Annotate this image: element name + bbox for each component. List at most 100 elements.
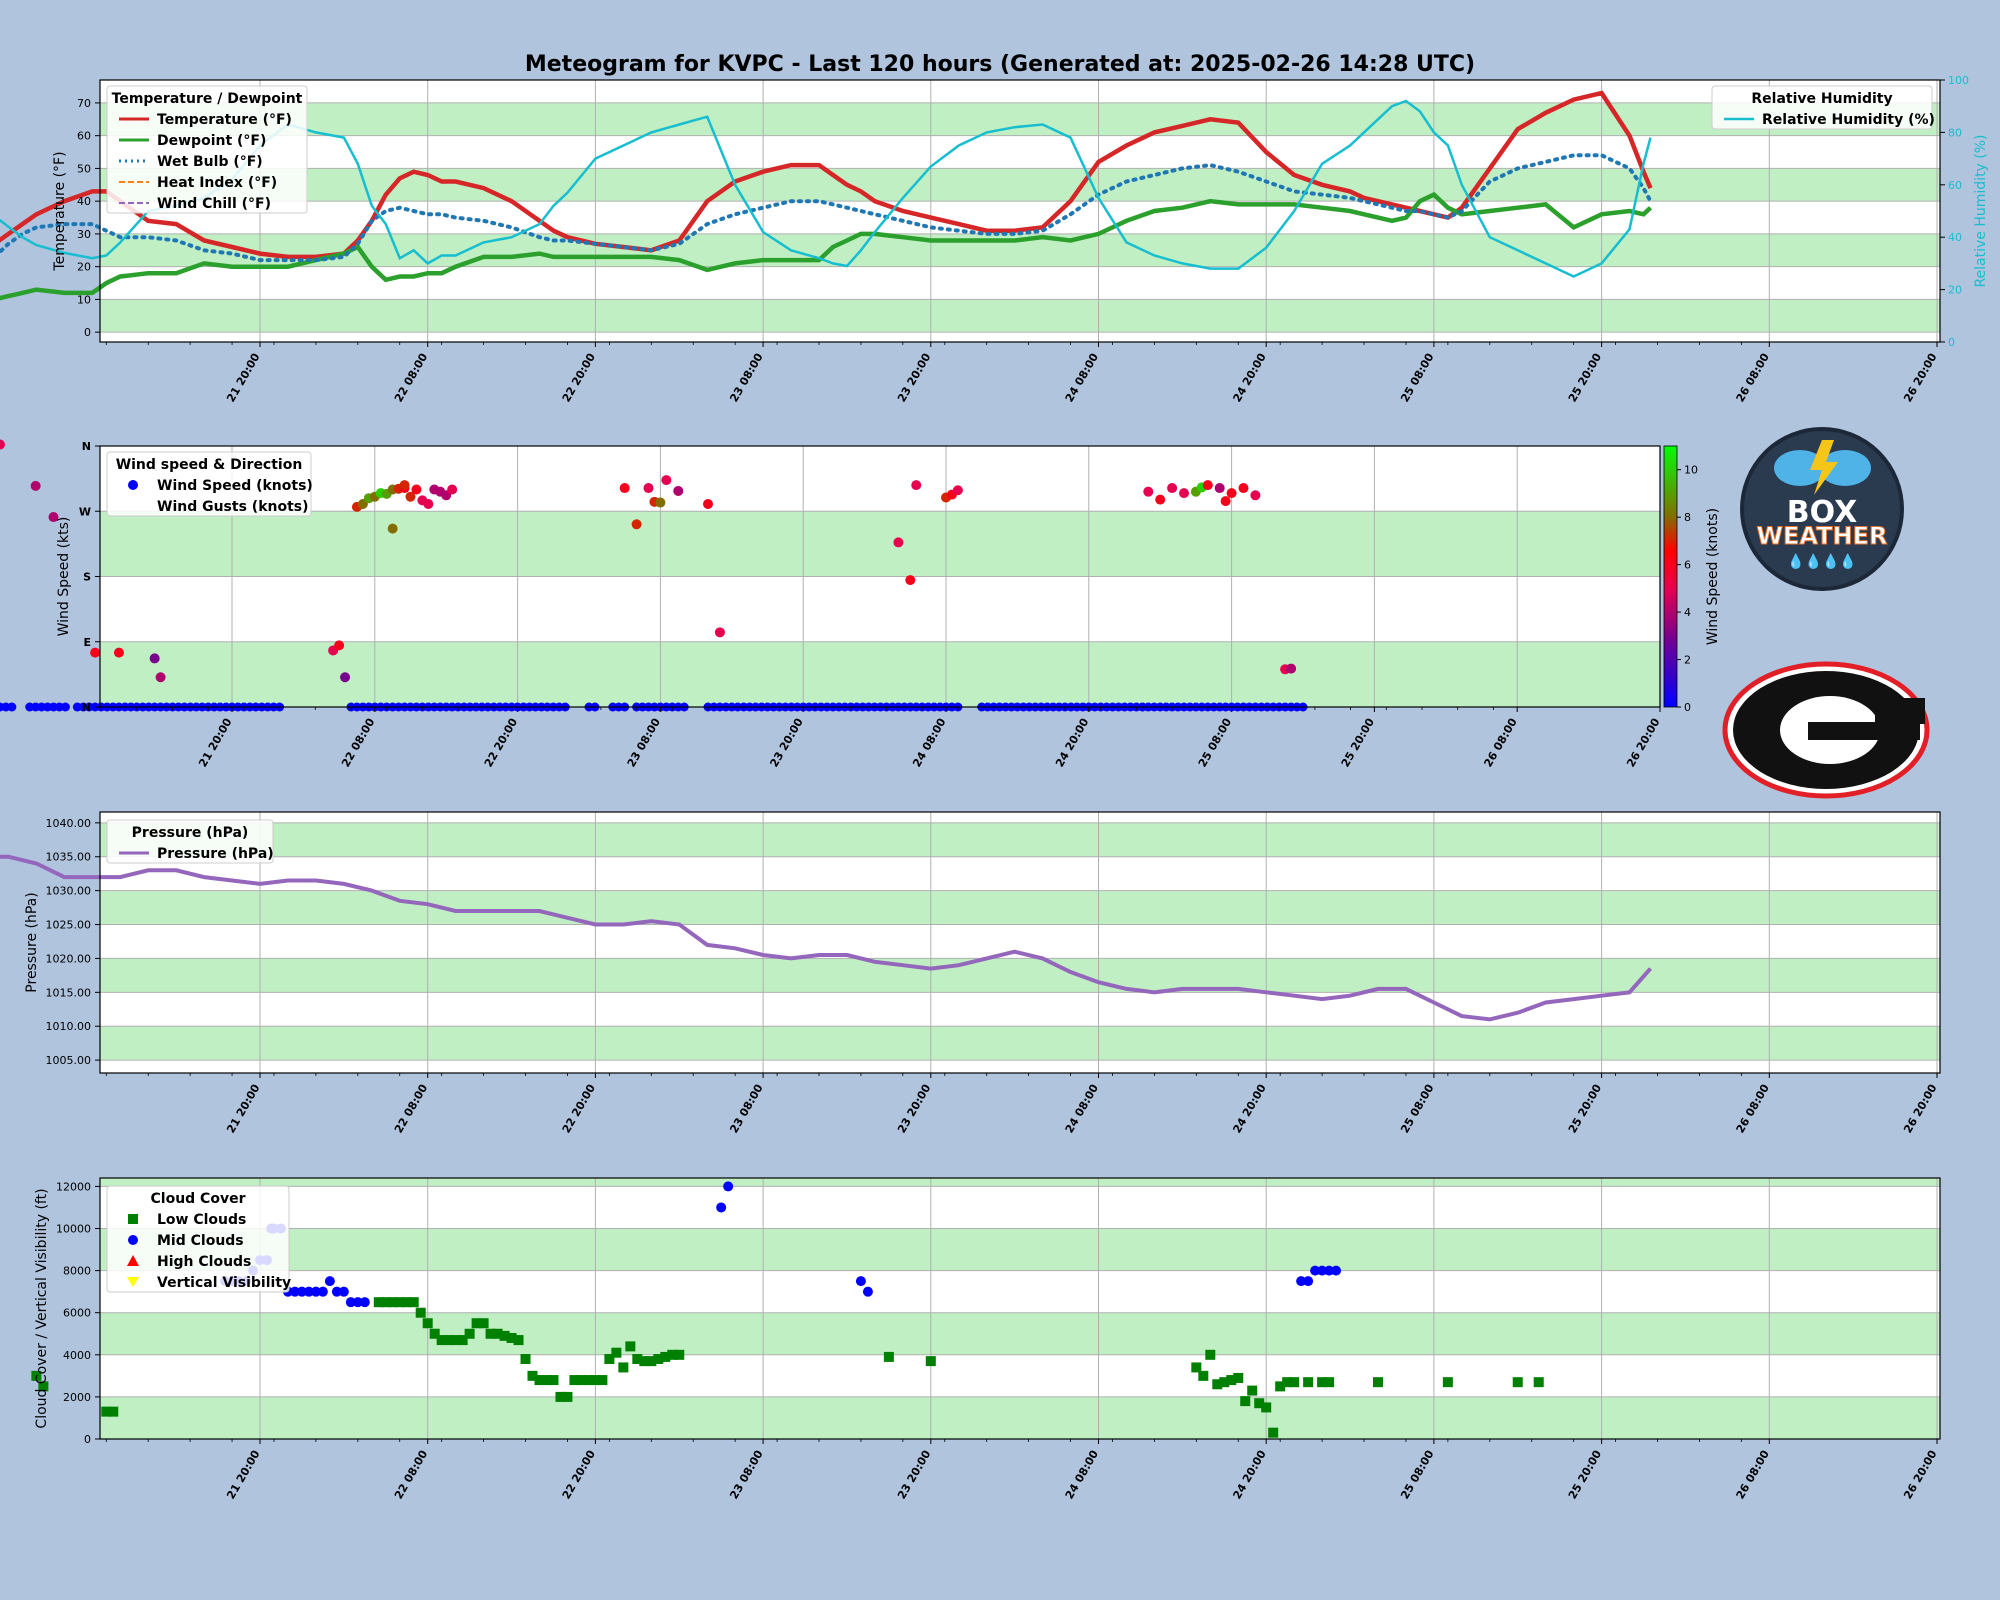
- mid-cloud-point: [723, 1181, 734, 1192]
- low-cloud-point: [1198, 1370, 1209, 1381]
- y-axis-label: Cloud Cover / Vertical Visibility (ft): [34, 1188, 50, 1428]
- y-tick-label: 10000: [56, 1223, 91, 1236]
- y2-tick-label: 20: [1948, 284, 1962, 297]
- shaded-band: [100, 1178, 1940, 1187]
- wind-point: [1155, 494, 1166, 505]
- y-tick-label: 0: [84, 1433, 91, 1446]
- y-tick-label: N: [82, 701, 91, 714]
- mid-cloud-point: [716, 1202, 727, 1213]
- wind-point: [952, 485, 963, 496]
- y2-tick-label: 100: [1948, 74, 1969, 87]
- temp-legend-label: Dewpoint (°F): [157, 133, 266, 149]
- wind-point: [1238, 483, 1249, 494]
- y-tick-label: S: [83, 571, 91, 584]
- y-tick-label: 1010.00: [46, 1020, 92, 1033]
- temp-legend-title: Temperature / Dewpoint: [112, 91, 303, 107]
- georgia-g-logo-bar: [1808, 722, 1920, 740]
- y-axis-label: Wind Speed (knots): [1705, 508, 1721, 645]
- pressure-legend-label: Pressure (hPa): [157, 846, 274, 862]
- wind-point: [1250, 490, 1261, 501]
- low-cloud-point: [1268, 1427, 1279, 1438]
- temp-legend-label: Wind Chill (°F): [157, 196, 271, 212]
- cloud-legend-label: High Clouds: [157, 1254, 251, 1270]
- wind-point: [661, 475, 672, 486]
- cloud-legend-label: Low Clouds: [157, 1212, 246, 1228]
- temp-legend-label: Temperature (°F): [157, 112, 292, 128]
- low-cloud-point: [597, 1375, 608, 1386]
- y-tick-label: 20: [77, 261, 91, 274]
- y2-tick-label: 40: [1948, 231, 1962, 244]
- mid-cloud-point: [338, 1286, 349, 1297]
- cloud-legend-label: Vertical Visibility: [157, 1275, 291, 1291]
- wind-point: [113, 647, 124, 658]
- low-cloud-point: [422, 1318, 433, 1329]
- wind-point: [1143, 486, 1154, 497]
- y-tick-label: 4000: [63, 1349, 91, 1362]
- rh-legend-title: Relative Humidity: [1751, 91, 1892, 107]
- wind-point: [149, 653, 160, 664]
- shaded-band: [100, 822, 1940, 857]
- cloud-legend-swatch: [128, 1214, 138, 1224]
- wind-point: [619, 483, 630, 494]
- y2-tick-label: 0: [1948, 336, 1955, 349]
- wind-point: [643, 483, 654, 494]
- wind-point: [1179, 488, 1189, 499]
- y-tick-label: N: [82, 440, 91, 453]
- georgia-g-logo-notch: [1875, 698, 1925, 724]
- y-axis-label: Wind Speed (kts): [56, 517, 72, 637]
- box-weather-logo-line2: WEATHER: [1757, 522, 1888, 550]
- wind-point: [911, 480, 922, 491]
- low-cloud-point: [1373, 1377, 1383, 1388]
- low-cloud-point: [1205, 1349, 1216, 1360]
- y-tick-label: 70: [77, 97, 91, 110]
- wind-point: [655, 497, 666, 508]
- wind-legend-swatch: [128, 501, 138, 511]
- colorbar-tick-label: 2: [1684, 654, 1691, 667]
- y2-tick-label: 60: [1948, 179, 1962, 192]
- low-cloud-point: [478, 1318, 489, 1329]
- mid-cloud-point: [862, 1286, 873, 1297]
- wind-point: [703, 499, 713, 509]
- wind-point: [631, 519, 642, 530]
- low-cloud-point: [625, 1341, 636, 1352]
- cloud-legend-swatch: [128, 1235, 138, 1245]
- shaded-band: [100, 1312, 1940, 1355]
- wind-point: [423, 499, 434, 509]
- wind-point: [673, 485, 684, 496]
- wind-point: [340, 672, 351, 683]
- wind-point: [1167, 483, 1178, 494]
- low-cloud-point: [1261, 1402, 1272, 1413]
- y-tick-label: E: [83, 636, 91, 649]
- shaded-band: [100, 168, 1940, 202]
- shaded-band: [100, 102, 1940, 136]
- y-tick-label: 10: [77, 293, 91, 306]
- y-tick-label: 40: [77, 195, 91, 208]
- y-tick-label: 1030.00: [46, 885, 92, 898]
- mid-cloud-point: [359, 1297, 370, 1308]
- colorbar-tick-label: 0: [1684, 701, 1691, 714]
- y-tick-label: 1005.00: [46, 1054, 92, 1067]
- wind-point: [905, 575, 916, 586]
- cloud-legend-title: Cloud Cover: [151, 1191, 246, 1207]
- low-cloud-point: [1303, 1377, 1314, 1388]
- wind-point: [155, 672, 166, 683]
- wind-calm-point: [60, 702, 70, 712]
- y-tick-label: 1025.00: [46, 919, 92, 932]
- low-cloud-point: [611, 1347, 622, 1358]
- wind-point: [399, 480, 410, 491]
- wind-legend-swatch: [128, 480, 138, 490]
- y-tick-label: 0: [84, 326, 91, 339]
- low-cloud-point: [1442, 1377, 1453, 1388]
- colorbar-tick-label: 4: [1684, 606, 1691, 619]
- wind-point: [893, 537, 904, 548]
- low-cloud-point: [1247, 1385, 1258, 1396]
- low-cloud-point: [408, 1297, 419, 1308]
- mid-cloud-point: [1303, 1276, 1314, 1287]
- temp-legend-label: Heat Index (°F): [157, 175, 277, 191]
- wind-point: [714, 627, 725, 638]
- wind-point: [1202, 480, 1213, 491]
- y-tick-label: 1040.00: [46, 817, 92, 830]
- y-axis-label: Relative Humidity (%): [1973, 134, 1989, 287]
- y-tick-label: 1020.00: [46, 952, 92, 965]
- wind-point: [447, 484, 458, 495]
